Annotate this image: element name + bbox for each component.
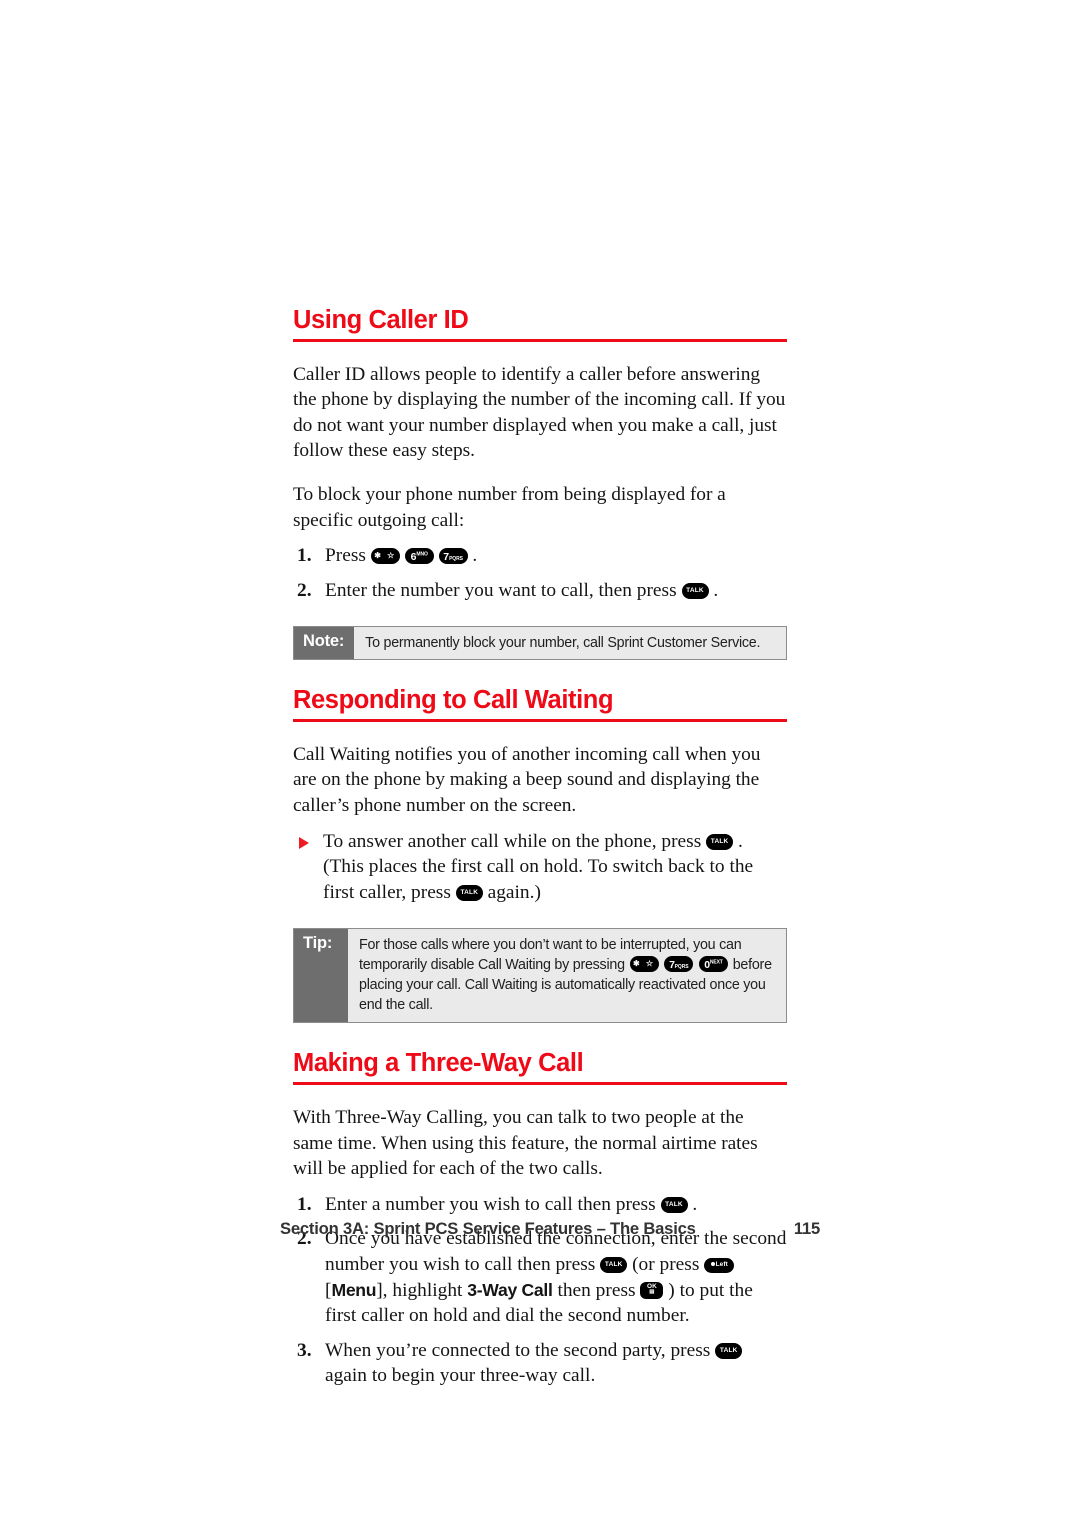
key-talk-icon: TALK [600,1256,628,1273]
step-number: 3. [297,1339,312,1361]
key-star-icon: ✱ ☆ [370,548,400,565]
triangle-bullet-icon [299,836,309,849]
key-star-icon: ✱ ☆ [629,956,659,973]
caller-id-step-2: 2. Enter the number you want to call, th… [293,578,787,604]
key-talk-icon: TALK [706,833,734,850]
step-text-pre: When you’re connected to the second part… [325,1339,711,1361]
tip-body: For those calls where you don’t want to … [348,929,786,1023]
caller-id-paragraph-2: To block your phone number from being di… [293,483,726,531]
three-way-call-label: 3-Way Call [467,1279,553,1300]
step-text-post: . [692,1193,698,1215]
key-talk-icon: TALK [455,884,483,901]
call-waiting-paragraph-1: Call Waiting notifies you of another inc… [293,743,761,817]
three-way-paragraph-1: With Three-Way Calling, you can talk to … [293,1106,758,1180]
step-text-e: then press [557,1279,636,1301]
step-number: 1. [297,1193,312,1215]
note-body: To permanently block your number, call S… [354,627,786,660]
bullet-text-post: again.) [487,881,541,903]
key-ok-icon: OK ▤ [640,1281,664,1299]
step-number: 2. [297,579,312,601]
step-number: 1. [297,545,312,567]
three-way-step-3: 3. When you’re connected to the second p… [293,1338,787,1389]
heading-responding-to-call-waiting: Responding to Call Waiting [293,686,787,722]
note-label: Note: [294,627,355,660]
page-footer: Section 3A: Sprint PCS Service Features … [280,1219,820,1239]
document-page: Using Caller ID Caller ID allows people … [0,0,1080,1528]
note-callout: Note: To permanently block your number, … [293,626,787,661]
page-number: 115 [793,1219,820,1238]
step-text-pre: Enter a number you wish to call then pre… [325,1193,656,1215]
step-text-post: . [472,545,478,567]
step-text-pre: Press [325,545,366,567]
step-text-pre: Enter the number you want to call, then … [325,579,677,601]
caller-id-steps: 1. Press ✱ ☆ 6MNO 7PQRS . 2. Enter the n… [293,543,787,603]
key-left-softkey-icon: Left [704,1257,735,1273]
tip-label: Tip: [294,929,348,1023]
step-text-d: ], highlight [376,1279,463,1301]
key-7-pqrs-icon: 7PQRS [438,548,468,565]
caller-id-step-1: 1. Press ✱ ☆ 6MNO 7PQRS . [293,543,787,569]
step-text-post: . [713,579,719,601]
step-text-b: (or press [632,1253,700,1275]
key-0-next-icon: 0NEXT [699,956,728,973]
call-waiting-bullet-1: To answer another call while on the phon… [293,829,787,906]
call-waiting-bullets: To answer another call while on the phon… [293,829,787,906]
heading-making-a-three-way-call: Making a Three-Way Call [293,1049,787,1085]
key-6-mno-icon: 6MNO [404,548,434,565]
tip-callout: Tip: For those calls where you don’t wan… [293,928,787,1024]
key-talk-icon: TALK [660,1196,688,1213]
caller-id-paragraph-1: Caller ID allows people to identify a ca… [293,363,786,462]
softkey-dot-icon [710,1262,715,1267]
menu-label: Menu [331,1279,377,1300]
bullet-text-pre: To answer another call while on the phon… [323,830,702,852]
key-7-pqrs-icon: 7PQRS [664,956,694,973]
three-way-step-2: 2. Once you have established the connect… [293,1226,787,1328]
key-talk-icon: TALK [681,582,709,599]
three-way-step-1: 1. Enter a number you wish to call then … [293,1192,787,1218]
heading-using-caller-id: Using Caller ID [293,306,787,342]
step-text-post: again to begin your three-way call. [325,1365,596,1387]
footer-section-title: Section 3A: Sprint PCS Service Features … [280,1219,696,1238]
key-talk-icon: TALK [715,1342,743,1359]
